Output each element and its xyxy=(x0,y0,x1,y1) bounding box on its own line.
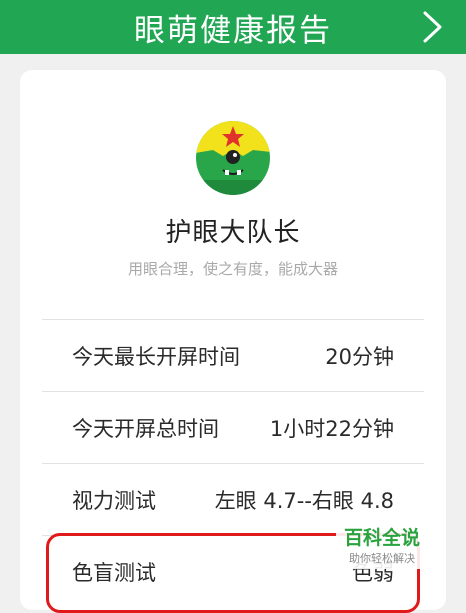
stat-label: 今天最长开屏时间 xyxy=(72,344,240,369)
one-eyed-monster-avatar-icon xyxy=(195,120,271,196)
header-bar: 眼萌健康报告 xyxy=(0,0,466,54)
stat-value: 20分钟 xyxy=(325,344,394,369)
stat-label: 视力测试 xyxy=(72,488,156,513)
watermark-title: 百科全说 xyxy=(343,527,420,549)
profile-name: 护眼大队长 xyxy=(165,218,301,248)
stat-value: 1小时22分钟 xyxy=(269,416,394,441)
stat-row-longest-screen-time: 今天最长开屏时间 20分钟 xyxy=(42,319,424,391)
watermark-subtitle: 助你轻松解决 xyxy=(349,552,415,565)
watermark: 百科全说 助你轻松解决 xyxy=(336,523,428,569)
stat-value: 左眼 4.7--右眼 4.8 xyxy=(214,488,394,513)
stat-label: 今天开屏总时间 xyxy=(72,416,219,441)
profile-slogan: 用眼合理，使之有度，能成大器 xyxy=(127,260,338,278)
stat-row-total-screen-time: 今天开屏总时间 1小时22分钟 xyxy=(42,391,424,463)
chevron-right-icon[interactable] xyxy=(414,8,452,46)
page-title: 眼萌健康报告 xyxy=(134,12,332,49)
